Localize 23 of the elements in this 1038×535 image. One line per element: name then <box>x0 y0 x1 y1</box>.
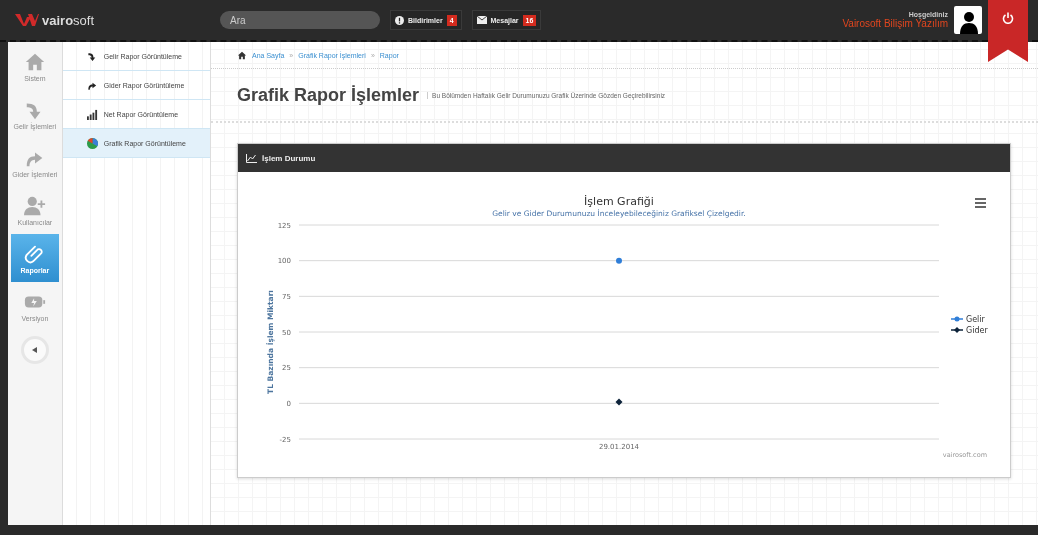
search-field[interactable]: Ara <box>220 11 380 29</box>
add-user-icon <box>23 194 46 217</box>
legend-marker <box>950 316 964 322</box>
line-chart-icon <box>246 153 257 163</box>
page-title: Grafik Rapor İşlemler <box>237 84 420 106</box>
logout-button[interactable] <box>988 0 1028 62</box>
legend-marker <box>950 327 964 333</box>
panel-title: İşlem Durumu <box>262 153 316 163</box>
power-icon <box>1002 12 1014 24</box>
pie-chart-icon <box>86 137 98 149</box>
logo-icon <box>15 13 39 27</box>
curved-arrow-icon <box>86 50 98 62</box>
bar-chart-icon <box>86 108 98 120</box>
alert-icon <box>395 15 404 25</box>
menu-icon[interactable] <box>975 198 986 208</box>
logo-text: vairosoft <box>42 12 95 28</box>
chart-title: İşlem Grafiği <box>584 195 654 208</box>
legend-label[interactable]: Gelir <box>966 315 985 324</box>
envelope-icon <box>476 16 487 24</box>
caret-icon <box>32 347 38 353</box>
home-icon <box>237 50 247 60</box>
user-name: Vairosoft Bilişim Yazılım <box>842 18 948 29</box>
legend-label[interactable]: Gider <box>966 326 988 335</box>
